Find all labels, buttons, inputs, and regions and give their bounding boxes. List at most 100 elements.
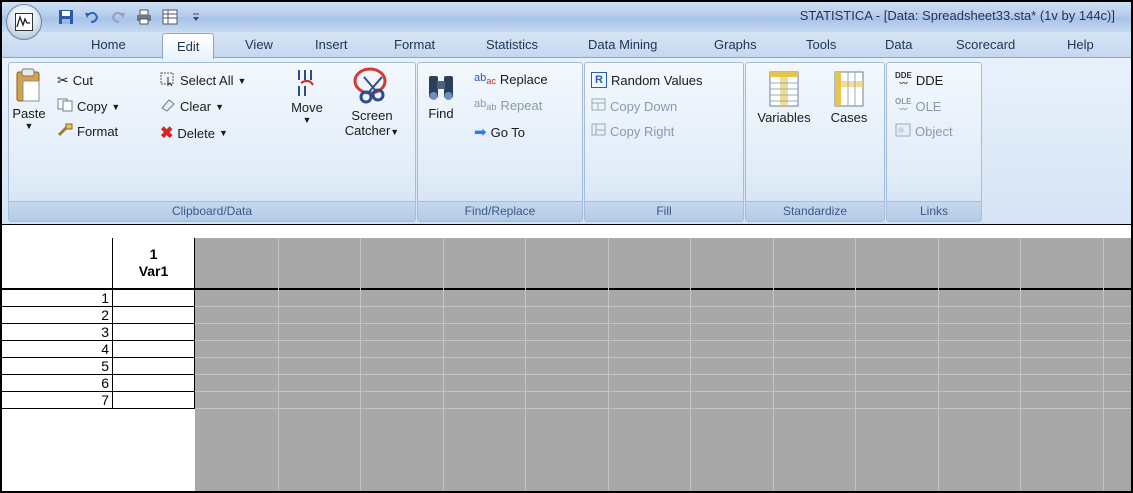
row-header[interactable]: 2 [2, 307, 113, 324]
random-values-button[interactable]: R Random Values [591, 72, 703, 88]
move-button[interactable]: Move ▼ [290, 67, 324, 125]
delete-dropdown-icon[interactable]: ▼ [219, 128, 228, 138]
tab-view[interactable]: View [245, 32, 273, 57]
tab-scorecard[interactable]: Scorecard [956, 32, 1015, 57]
quick-access-toolbar [48, 5, 290, 29]
delete-button[interactable]: ✖ Delete ▼ [160, 123, 228, 143]
variables-label: Variables [757, 110, 811, 125]
redo-icon[interactable] [108, 7, 128, 27]
paste-dropdown-icon[interactable]: ▼ [11, 121, 47, 131]
object-button[interactable]: Object [895, 123, 953, 140]
data-cell[interactable] [113, 341, 195, 358]
save-icon[interactable] [56, 7, 76, 27]
cut-button[interactable]: ✂ Cut [57, 72, 93, 89]
spreadsheet-area: 1 Var1 1 2 3 4 5 6 7 [2, 224, 1131, 491]
repeat-button[interactable]: abab Repeat [474, 98, 542, 113]
corner-header[interactable] [2, 238, 113, 290]
select-all-button[interactable]: Select All ▼ [160, 72, 246, 89]
copy-button[interactable]: Copy ▼ [57, 98, 120, 115]
copy-right-button[interactable]: Copy Right [591, 123, 674, 139]
scissors-icon: ✂ [57, 72, 69, 88]
row-header[interactable]: 1 [2, 290, 113, 307]
go-to-button[interactable]: ➡ Go To [474, 123, 525, 141]
find-button[interactable]: Find [424, 73, 458, 121]
row-header[interactable]: 5 [2, 358, 113, 375]
empty-row-area [195, 375, 1131, 392]
clear-dropdown-icon[interactable]: ▼ [215, 102, 224, 112]
screen-catcher-button[interactable]: Screen Catcher▼ [342, 67, 402, 138]
copy-down-button[interactable]: Copy Down [591, 98, 677, 114]
empty-row-area [195, 392, 1131, 409]
statistica-logo-icon [15, 13, 33, 31]
dde-button[interactable]: DDE 〰 DDE [895, 72, 943, 88]
screen-catcher-dropdown-icon[interactable]: ▼ [390, 127, 399, 137]
application-button[interactable] [6, 4, 42, 40]
data-cell[interactable] [113, 375, 195, 392]
spreadsheet-icon[interactable] [160, 7, 180, 27]
eraser-icon [160, 98, 176, 115]
select-all-dropdown-icon[interactable]: ▼ [237, 76, 246, 86]
empty-row-area [195, 307, 1131, 324]
empty-row-area [195, 290, 1131, 307]
ribbon-tabs: Home Edit View Insert Format Statistics … [2, 32, 1131, 59]
tab-data[interactable]: Data [885, 32, 912, 57]
cases-label: Cases [830, 110, 868, 125]
standardize-variables-button[interactable]: Variables [750, 71, 818, 125]
window-title: STATISTICA - [Data: Spreadsheet33.sta* (… [799, 8, 1115, 23]
cases-icon [834, 71, 864, 107]
tab-help[interactable]: Help [1067, 32, 1094, 57]
object-icon [895, 123, 911, 140]
standardize-label: Standardize [746, 201, 884, 221]
row-header[interactable]: 7 [2, 392, 113, 409]
statistica-window: STATISTICA - [Data: Spreadsheet33.sta* (… [0, 0, 1133, 493]
clear-button[interactable]: Clear ▼ [160, 98, 224, 115]
select-all-icon [160, 72, 176, 89]
copy-right-icon [591, 123, 606, 139]
data-cell[interactable] [113, 392, 195, 409]
move-label: Move [291, 100, 323, 115]
screen-catcher-icon [353, 67, 387, 104]
tab-statistics[interactable]: Statistics [486, 32, 538, 57]
data-cell[interactable] [113, 324, 195, 341]
data-cell[interactable] [113, 290, 195, 307]
tab-tools[interactable]: Tools [806, 32, 836, 57]
ole-button[interactable]: OLE 〰 OLE [895, 98, 941, 114]
replace-icon: abac [474, 72, 496, 87]
row-header[interactable]: 3 [2, 324, 113, 341]
links-label: Links [887, 201, 981, 221]
row-header[interactable]: 6 [2, 375, 113, 392]
column-header-var1[interactable]: 1 Var1 [113, 238, 195, 290]
move-dropdown-icon[interactable]: ▼ [290, 115, 324, 125]
paste-button[interactable]: Paste ▼ [11, 67, 47, 131]
find-replace-group: Find abac Replace abab Repeat ➡ Go To Find/… [417, 62, 583, 222]
arrow-right-icon: ➡ [474, 124, 487, 141]
customize-icon[interactable] [186, 7, 206, 27]
undo-icon[interactable] [82, 7, 102, 27]
format-painter-button[interactable]: Format [57, 123, 118, 140]
data-cell[interactable] [113, 307, 195, 324]
tab-edit[interactable]: Edit [162, 33, 215, 59]
move-columns-icon [298, 70, 314, 96]
tab-graphs[interactable]: Graphs [714, 32, 757, 57]
random-values-icon: R [591, 72, 607, 88]
clipboard-data-group: Paste ▼ ✂ Cut Copy ▼ Format Select All ▼ Cl… [8, 62, 416, 222]
replace-button[interactable]: abac Replace [474, 72, 548, 87]
empty-row-area [195, 358, 1131, 375]
cell-edit-strip[interactable] [2, 224, 1131, 238]
column-number: 1 [149, 246, 158, 262]
paste-label: Paste [12, 106, 46, 121]
tab-data-mining[interactable]: Data Mining [588, 32, 657, 57]
copy-dropdown-icon[interactable]: ▼ [111, 102, 120, 112]
clipboard-data-label: Clipboard/Data [9, 201, 415, 221]
repeat-icon: abab [474, 98, 497, 113]
tab-home[interactable]: Home [91, 32, 126, 57]
binoculars-icon [429, 76, 453, 100]
standardize-cases-button[interactable]: Cases [824, 71, 874, 125]
tab-insert[interactable]: Insert [315, 32, 348, 57]
fill-group: R Random Values Copy Down Copy Right Fill [584, 62, 744, 222]
column-name: Var1 [138, 263, 169, 279]
data-cell[interactable] [113, 358, 195, 375]
print-icon[interactable] [134, 7, 154, 27]
tab-format[interactable]: Format [394, 32, 435, 57]
row-header[interactable]: 4 [2, 341, 113, 358]
